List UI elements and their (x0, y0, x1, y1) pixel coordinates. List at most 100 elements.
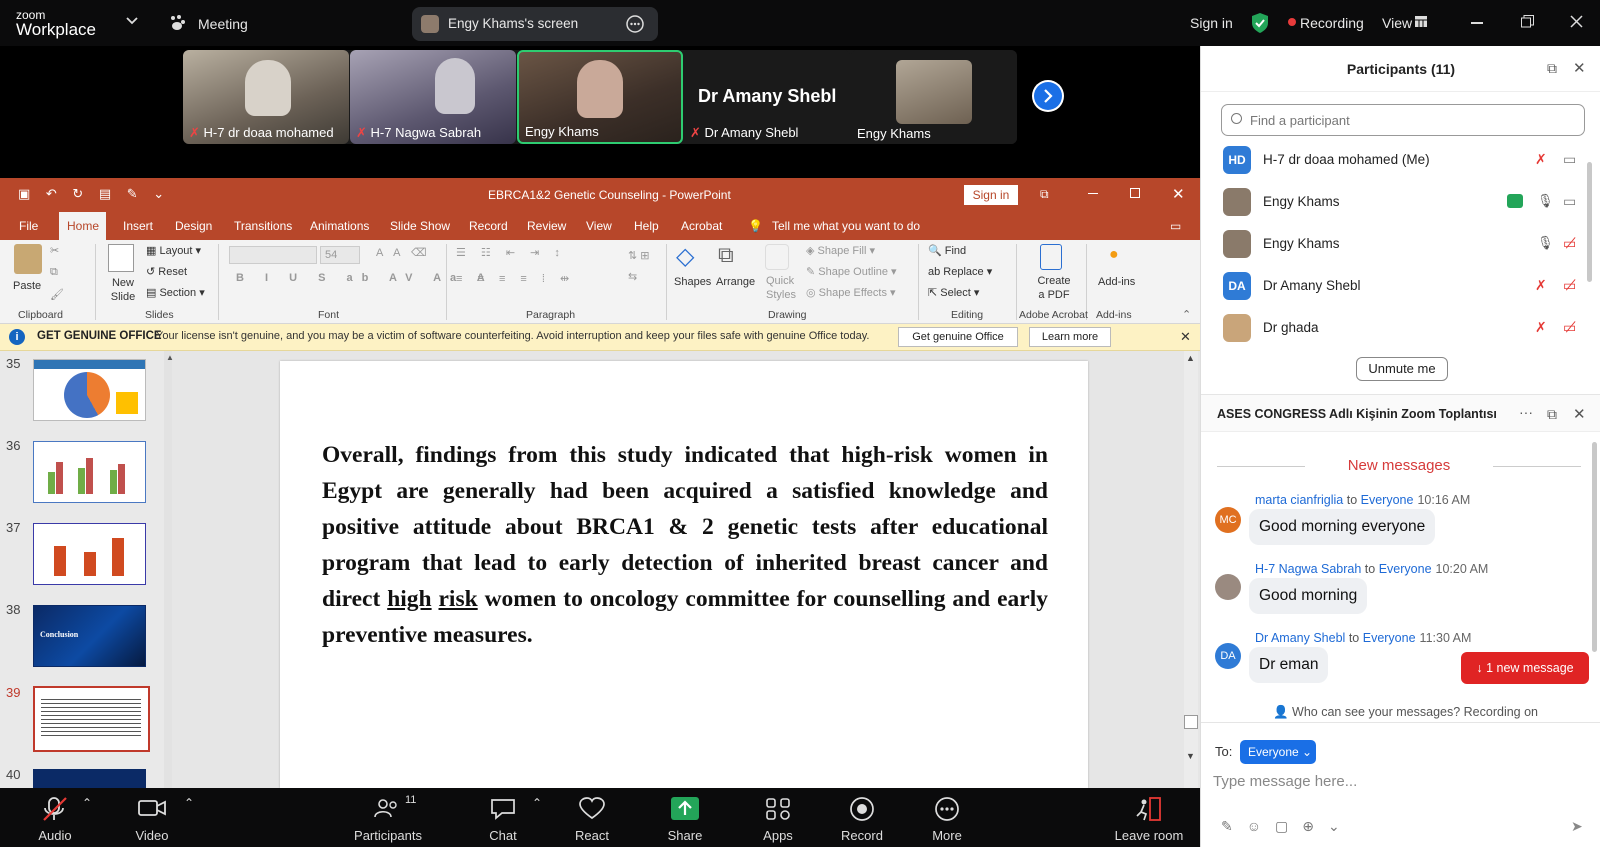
tab-review[interactable]: Review (527, 219, 566, 233)
chat-button[interactable]: Chat (458, 828, 548, 843)
video-tile[interactable]: ✗ H-7 dr doaa mohamed (183, 50, 349, 144)
unmute-me-button[interactable]: Unmute me (1356, 357, 1448, 381)
popout-icon[interactable]: ⧉ (1547, 406, 1557, 423)
align-buttons[interactable]: ≡ ≡ ≡ ≡ ⁞ ⇹ (456, 272, 575, 285)
video-icon[interactable]: ▭ (1563, 193, 1576, 210)
get-genuine-office-button[interactable]: Get genuine Office (898, 327, 1018, 347)
copy-icon[interactable]: ⧉ (50, 266, 58, 279)
ppt-minimize-icon[interactable] (1088, 193, 1098, 194)
create-pdf-button[interactable]: Create a PDF (1034, 274, 1074, 302)
video-tile[interactable]: ✗ H-7 Nagwa Sabrah (350, 50, 516, 144)
tab-help[interactable]: Help (634, 219, 659, 233)
message-bubble[interactable]: Good morning (1249, 578, 1368, 614)
video-off-icon[interactable]: ▭̸ (1563, 319, 1576, 336)
video-off-icon[interactable]: ▭̸ (1563, 277, 1576, 294)
recording-label[interactable]: Recording (1300, 15, 1364, 31)
heart-icon[interactable] (547, 796, 637, 822)
slide-canvas[interactable]: Overall, findings from this study indica… (280, 361, 1088, 788)
slide-thumbnail-36[interactable] (33, 441, 146, 503)
tab-animations[interactable]: Animations (310, 219, 369, 233)
tab-home[interactable]: Home (67, 219, 99, 233)
new-slide-icon[interactable] (108, 244, 134, 272)
close-notice-icon[interactable]: ✕ (1180, 329, 1191, 345)
participants-scrollbar[interactable] (1587, 162, 1592, 282)
chevron-down-icon[interactable] (126, 16, 138, 26)
meeting-paw-icon[interactable] (168, 14, 186, 32)
grid-view-icon[interactable] (1415, 16, 1427, 27)
video-button[interactable]: Video (107, 828, 197, 843)
video-icon[interactable]: ▭ (1563, 151, 1576, 168)
select-button[interactable]: ⇱ Select ▾ (928, 286, 979, 299)
shield-check-icon[interactable] (1250, 12, 1270, 34)
message-bubble[interactable]: Dr eman (1249, 647, 1329, 683)
thumbs-scrollbar[interactable] (164, 351, 172, 788)
chat-scrollbar[interactable] (1592, 442, 1597, 652)
video-tile[interactable]: Dr Amany Shebl ✗ Dr Amany Shebl (684, 50, 850, 144)
react-button[interactable]: React (547, 828, 637, 843)
tab-record[interactable]: Record (469, 219, 508, 233)
ppt-sign-in-button[interactable]: Sign in (964, 185, 1018, 205)
participants-icon[interactable] (343, 796, 433, 822)
recipient-selector[interactable]: Everyone ⌄ (1240, 740, 1316, 764)
mic-muted-icon[interactable]: ✗ (1535, 151, 1547, 168)
tab-design[interactable]: Design (175, 219, 212, 233)
quick-access-toolbar[interactable]: ▣ ↶ ↻ ▤ ✎ ⌄ (18, 186, 170, 202)
layout-button[interactable]: ▦ Layout ▾ (146, 244, 201, 257)
view-button[interactable]: View (1382, 15, 1412, 31)
video-tile[interactable]: Engy Khams (851, 50, 1017, 144)
chat-options-caret[interactable]: ⌃ (532, 796, 542, 810)
close-chat-icon[interactable]: ✕ (1573, 405, 1586, 423)
addins-button[interactable]: Add-ins (1098, 276, 1135, 288)
more-options-icon[interactable] (626, 15, 644, 33)
arrange-button[interactable]: Arrange (716, 276, 755, 288)
tab-transitions[interactable]: Transitions (234, 219, 292, 233)
chat-toolbar[interactable]: ✎☺▢⊕⌄ (1221, 818, 1354, 835)
format-painter-icon[interactable]: 🖌 (50, 288, 64, 301)
tab-file[interactable]: File (19, 219, 38, 233)
ppt-close-icon[interactable]: ✕ (1172, 185, 1185, 203)
new-message-button[interactable]: ↓ 1 new message (1461, 652, 1589, 684)
meeting-label[interactable]: Meeting (198, 16, 248, 32)
slide-thumbnail-39-selected[interactable] (33, 686, 150, 752)
more-icon[interactable]: ··· (1519, 404, 1533, 420)
participant-row[interactable]: HD H-7 dr doaa mohamed (Me) ✗ ▭ (1223, 140, 1593, 180)
share-button[interactable]: Share (640, 828, 730, 843)
participant-row[interactable]: Engy Khams 🎙 ▭̸ (1223, 224, 1593, 264)
video-options-caret[interactable]: ⌃ (184, 796, 194, 810)
shapes-button[interactable]: Shapes (674, 276, 711, 288)
arrange-icon[interactable]: ⧉ (718, 242, 734, 268)
message-bubble[interactable]: Good morning everyone (1249, 509, 1436, 545)
scroll-up-icon[interactable]: ▲ (166, 353, 174, 362)
slide-scrollbar[interactable]: ▲ ▼ (1184, 351, 1198, 788)
video-off-icon[interactable]: ▭̸ (1563, 235, 1576, 252)
replace-button[interactable]: ab Replace ▾ (928, 265, 992, 278)
slide-thumbnail-35[interactable] (33, 359, 146, 421)
list-buttons[interactable]: ☰ ☷ ⇤ ⇥ ↕ (456, 246, 566, 259)
mic-icon[interactable]: 🎙 (1537, 193, 1554, 209)
scroll-up-icon[interactable]: ▲ (1186, 353, 1195, 363)
paste-icon[interactable] (14, 244, 42, 274)
send-icon[interactable]: ➤ (1571, 818, 1583, 835)
text-direction-buttons[interactable]: ⇅ ⊞ ⇆ (628, 246, 652, 288)
apps-icon[interactable] (733, 796, 823, 822)
leave-room-icon[interactable] (1104, 796, 1194, 822)
leave-room-button[interactable]: Leave room (1104, 828, 1194, 843)
participant-row[interactable]: DA Dr Amany Shebl ✗ ▭̸ (1223, 266, 1593, 306)
reset-button[interactable]: ↺ Reset (146, 265, 187, 278)
record-icon[interactable] (817, 796, 907, 822)
new-slide-button[interactable]: New Slide (108, 276, 138, 304)
mic-muted-icon[interactable]: ✗ (1535, 277, 1547, 294)
tab-view[interactable]: View (586, 219, 612, 233)
mic-muted-icon[interactable]: ✗ (1535, 319, 1547, 336)
minimize-icon[interactable] (1471, 22, 1483, 24)
slide-thumbnail-37[interactable] (33, 523, 146, 585)
participant-row[interactable]: Dr ghada ✗ ▭̸ (1223, 308, 1593, 348)
tab-slide-show[interactable]: Slide Show (390, 219, 450, 233)
chat-input[interactable]: Type message here... (1213, 773, 1357, 790)
more-button[interactable]: More (902, 828, 992, 843)
mic-icon[interactable]: 🎙 (1537, 235, 1554, 251)
section-button[interactable]: ▤ Section ▾ (146, 286, 205, 299)
paste-button[interactable]: Paste (13, 280, 41, 292)
tab-insert[interactable]: Insert (123, 219, 153, 233)
participant-search[interactable]: Find a participant (1221, 104, 1585, 136)
